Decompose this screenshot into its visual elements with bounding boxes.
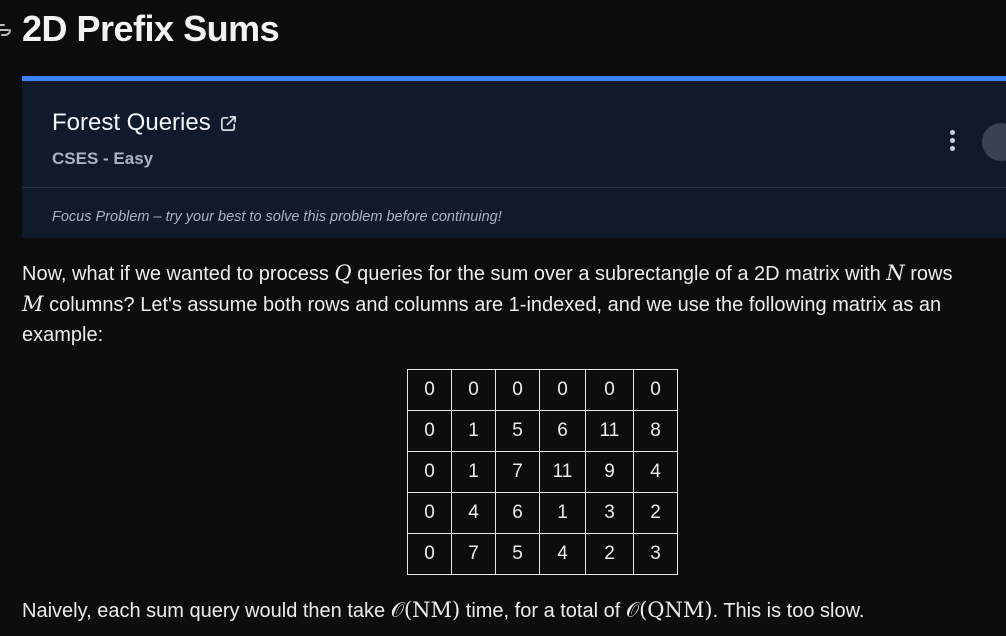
- math-n: N: [886, 261, 905, 285]
- link-icon[interactable]: [0, 20, 14, 40]
- matrix-cell: 0: [585, 369, 634, 411]
- matrix-row: 0 1 7 11 9 4: [407, 451, 678, 493]
- matrix-cell: 6: [495, 492, 540, 534]
- matrix-cell: 2: [585, 533, 634, 575]
- math-big-o-nm: 𝒪(NM): [390, 598, 461, 622]
- focus-note: Focus Problem – try your best to solve t…: [52, 209, 502, 225]
- more-options-button[interactable]: [942, 127, 962, 157]
- matrix-cell: 1: [451, 410, 496, 452]
- matrix-cell: 11: [585, 410, 634, 452]
- matrix-cell: 0: [407, 492, 452, 534]
- matrix-row: 046132: [407, 492, 678, 534]
- matrix-cell: 8: [633, 410, 678, 452]
- intro-paragraph-line-2: M columns? Let's assume both rows and co…: [22, 292, 942, 316]
- matrix-cell: 0: [407, 533, 452, 575]
- matrix-cell: 7: [495, 451, 540, 493]
- example-matrix: 0 0 0 0 0 0 0 1 5 6 11 8 0 1 7 11 9 4 0 4 6 1 3 2 0 7 5 4 2 3: [407, 369, 678, 575]
- matrix-cell: 2: [633, 492, 678, 534]
- matrix-cell: 0: [451, 369, 496, 411]
- matrix-cell: 1: [451, 451, 496, 493]
- problem-source: CSES - Easy: [52, 149, 154, 168]
- problem-status-button[interactable]: [982, 123, 1006, 161]
- problem-link[interactable]: Forest Queries: [52, 109, 238, 137]
- problem-name: Forest Queries: [52, 109, 211, 136]
- focus-problem-card: Forest Queries CSES - Easy Focus Problem…: [22, 76, 1006, 238]
- math-q: Q: [334, 261, 352, 285]
- matrix-cell: 9: [585, 451, 634, 493]
- math-m: M: [22, 292, 44, 316]
- kebab-icon: [949, 130, 955, 135]
- matrix-cell: 6: [539, 410, 586, 452]
- outro-paragraph: Naively, each sum query would then take …: [22, 598, 865, 622]
- matrix-cell: 0: [407, 369, 452, 411]
- intro-paragraph-line-3: example:: [22, 324, 104, 346]
- matrix-cell: 7: [451, 533, 496, 575]
- matrix-row: 0 1 5 6 11 8: [407, 410, 678, 452]
- matrix-cell: 4: [633, 451, 678, 493]
- matrix-cell: 0: [407, 410, 452, 452]
- matrix-cell: 11: [539, 451, 586, 493]
- card-divider: [22, 187, 1006, 188]
- matrix-cell: 0: [539, 369, 586, 411]
- matrix-cell: 4: [539, 533, 586, 575]
- matrix-cell: 0: [633, 369, 678, 411]
- math-big-o-qnm: 𝒪(QNM): [625, 598, 713, 622]
- page-title: 2D Prefix Sums: [22, 8, 280, 49]
- matrix-cell: 5: [495, 410, 540, 452]
- matrix-cell: 1: [539, 492, 586, 534]
- matrix-cell: 5: [495, 533, 540, 575]
- external-link-icon: [220, 115, 236, 131]
- matrix-cell: 3: [633, 533, 678, 575]
- matrix-cell: 0: [495, 369, 540, 411]
- matrix-cell: 4: [451, 492, 496, 534]
- matrix-row: 075423: [407, 533, 678, 575]
- matrix-cell: 0: [407, 451, 452, 493]
- intro-paragraph-line-1: Now, what if we wanted to process Q quer…: [22, 261, 953, 285]
- matrix-row: 000000: [407, 369, 678, 411]
- matrix-cell: 3: [585, 492, 634, 534]
